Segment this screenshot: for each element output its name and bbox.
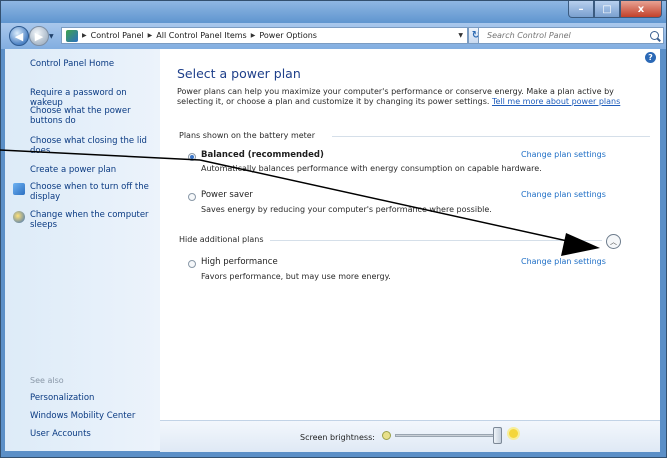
annotation-line (199, 159, 573, 243)
annotation-overlay (0, 149, 600, 256)
annotation-line (0, 149, 201, 161)
annotation-arrowhead (561, 233, 600, 256)
